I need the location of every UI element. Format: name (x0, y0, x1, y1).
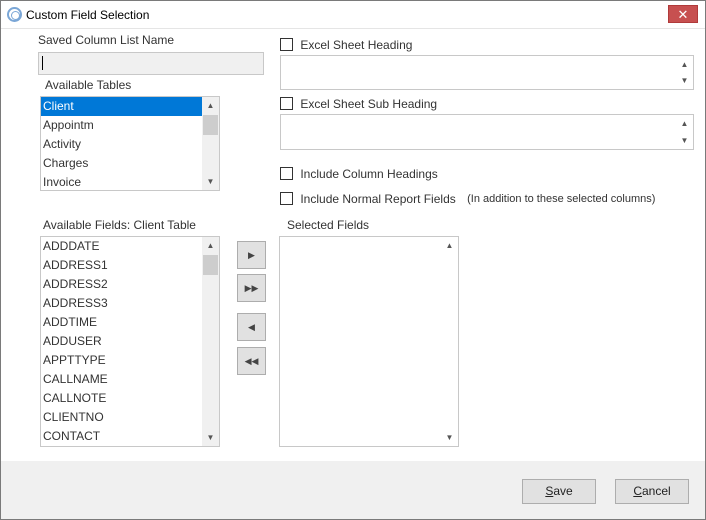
available-tables-label: Available Tables (45, 78, 132, 92)
excel-sub-heading-checkbox[interactable] (280, 97, 293, 111)
cancel-button[interactable]: Cancel (615, 479, 689, 504)
scroll-down-icon[interactable]: ▼ (202, 173, 219, 190)
save-button[interactable]: Save (522, 479, 596, 504)
list-item[interactable]: ADDRESS2 (41, 275, 219, 294)
title-bar[interactable]: Custom Field Selection ✕ (1, 1, 705, 29)
save-label: ave (553, 484, 573, 498)
include-column-headings-checkbox[interactable] (280, 167, 293, 181)
double-arrow-left-icon: ◀◀ (244, 356, 259, 366)
list-item[interactable]: Appointm (41, 116, 219, 135)
list-item[interactable]: Activity (41, 135, 219, 154)
selected-fields-scrollbar[interactable]: ▲ ▼ (441, 237, 458, 446)
list-item[interactable]: Invoice (41, 173, 219, 190)
dialog-body: Saved Column List Name Available Tables … (1, 29, 705, 461)
fields-scrollbar[interactable]: ▲ ▼ (202, 237, 219, 446)
excel-sub-heading-input[interactable]: ▲ ▼ (280, 114, 694, 150)
remove-all-fields-button[interactable]: ◀◀ (237, 347, 266, 375)
excel-sub-heading-label: Excel Sheet Sub Heading (300, 96, 438, 111)
include-column-headings-row[interactable]: Include Column Headings (280, 166, 438, 182)
excel-heading-input[interactable]: ▲ ▼ (280, 55, 694, 90)
list-item[interactable]: ADDRESS3 (41, 294, 219, 313)
tables-scrollbar[interactable]: ▲ ▼ (202, 97, 219, 190)
window-title: Custom Field Selection (26, 8, 150, 22)
excel-heading-checkbox[interactable] (280, 38, 293, 52)
available-tables-list[interactable]: Client Appointm Activity Charges Invoice… (40, 96, 220, 191)
excel-sub-heading-scrollbar[interactable]: ▲ ▼ (676, 115, 693, 149)
excel-heading-checkbox-row[interactable]: Excel Sheet Heading (280, 37, 412, 53)
list-item[interactable]: CALLNAME (41, 370, 219, 389)
list-item[interactable]: CONTACT (41, 427, 219, 446)
list-item[interactable]: APPTTYPE (41, 351, 219, 370)
scroll-down-icon[interactable]: ▼ (676, 132, 693, 149)
available-fields-label: Available Fields: Client Table (43, 218, 196, 232)
list-item[interactable]: ADDDATE (41, 237, 219, 256)
list-item[interactable]: CALLNOTE (41, 389, 219, 408)
scroll-thumb[interactable] (203, 115, 218, 135)
scroll-down-icon[interactable]: ▼ (676, 72, 693, 89)
cancel-label: ancel (641, 484, 671, 498)
list-item[interactable]: ADDTIME (41, 313, 219, 332)
scroll-up-icon[interactable]: ▲ (202, 237, 219, 254)
scroll-down-icon[interactable]: ▼ (202, 429, 219, 446)
scroll-up-icon[interactable]: ▲ (676, 56, 693, 73)
include-column-headings-label: Include Column Headings (300, 166, 438, 181)
scroll-thumb[interactable] (203, 255, 218, 275)
cancel-accelerator: C (633, 484, 642, 498)
remove-field-button[interactable]: ◀ (237, 313, 266, 341)
custom-field-selection-dialog: Custom Field Selection ✕ Saved Column Li… (0, 0, 706, 520)
close-icon: ✕ (677, 7, 689, 22)
excel-heading-label: Excel Sheet Heading (300, 37, 413, 52)
list-item[interactable]: Charges (41, 154, 219, 173)
include-normal-fields-label: Include Normal Report Fields (300, 191, 456, 206)
excel-heading-scrollbar[interactable]: ▲ ▼ (676, 56, 693, 89)
arrow-right-icon: ▶ (248, 250, 255, 260)
arrow-left-icon: ◀ (248, 322, 255, 332)
include-normal-fields-row[interactable]: Include Normal Report Fields (In additio… (280, 191, 655, 207)
list-item[interactable]: Client (41, 97, 219, 116)
scroll-up-icon[interactable]: ▲ (202, 97, 219, 114)
close-button[interactable]: ✕ (668, 5, 698, 23)
selected-fields-label: Selected Fields (287, 218, 370, 232)
text-caret (42, 56, 43, 70)
include-normal-fields-checkbox[interactable] (280, 192, 293, 206)
excel-sub-heading-checkbox-row[interactable]: Excel Sheet Sub Heading (280, 96, 437, 112)
list-item[interactable]: ADDRESS1 (41, 256, 219, 275)
available-fields-list[interactable]: ADDDATE ADDRESS1 ADDRESS2 ADDRESS3 ADDTI… (40, 236, 220, 447)
scroll-down-icon[interactable]: ▼ (441, 429, 458, 446)
dialog-footer: Save Cancel (1, 461, 705, 519)
list-item[interactable]: ADDUSER (41, 332, 219, 351)
saved-list-name-input[interactable] (38, 52, 264, 75)
add-field-button[interactable]: ▶ (237, 241, 266, 269)
saved-list-label: Saved Column List Name (38, 33, 175, 47)
app-icon (7, 7, 22, 22)
list-item[interactable]: CLIENTNO (41, 408, 219, 427)
include-normal-fields-note: (In addition to these selected columns) (467, 192, 656, 205)
scroll-up-icon[interactable]: ▲ (441, 237, 458, 254)
selected-fields-list[interactable]: ▲ ▼ (279, 236, 459, 447)
add-all-fields-button[interactable]: ▶▶ (237, 274, 266, 302)
scroll-up-icon[interactable]: ▲ (676, 115, 693, 132)
double-arrow-right-icon: ▶▶ (244, 283, 259, 293)
